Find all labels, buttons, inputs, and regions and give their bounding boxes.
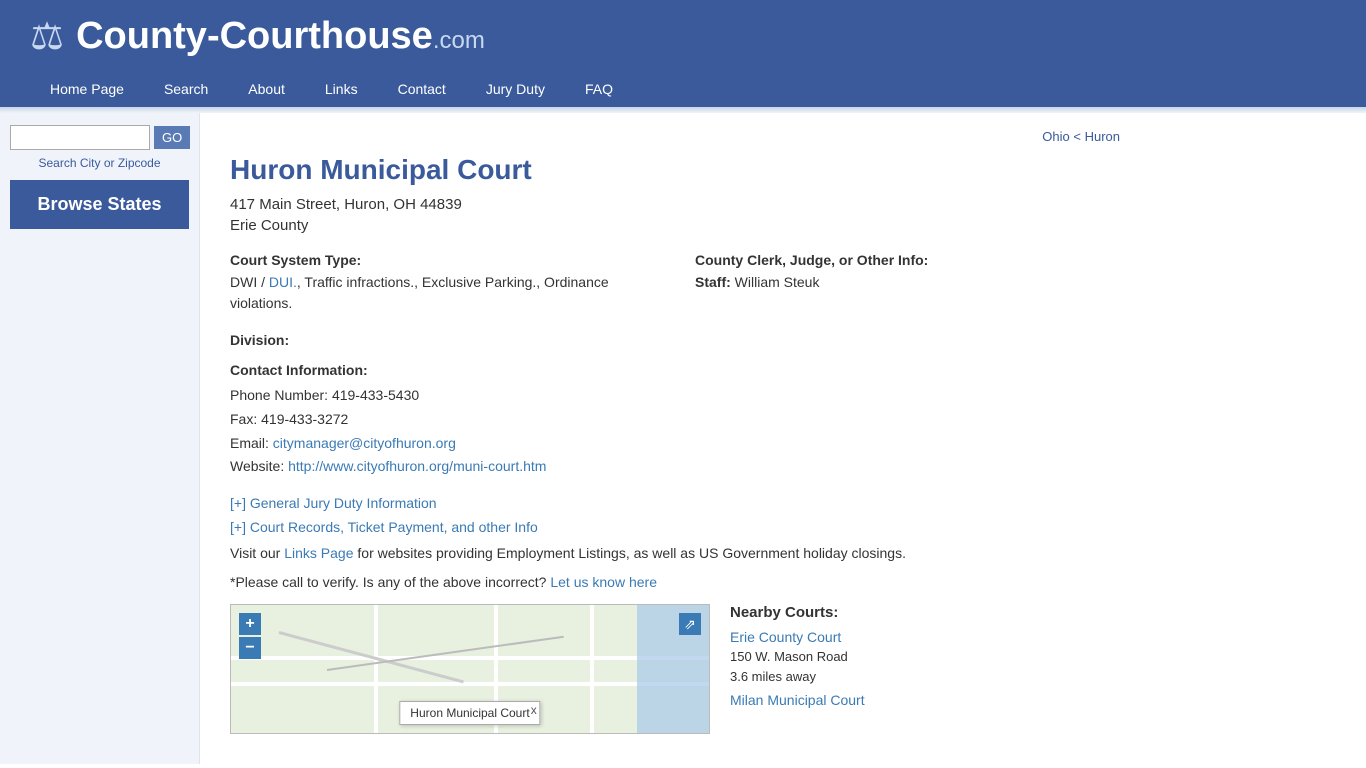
info-left: Court System Type: DWI / DUI., Traffic i… — [230, 252, 655, 314]
verify-text: *Please call to verify. Is any of the ab… — [230, 574, 1120, 590]
court-title: Huron Municipal Court — [230, 154, 1120, 186]
search-city-label: Search City or Zipcode — [10, 156, 189, 170]
map-nearby: + − ⇗ Huron Municipal Court x Nearby Cou… — [230, 604, 1120, 734]
map-popup: Huron Municipal Court x — [399, 701, 540, 725]
nav-jury-duty[interactable]: Jury Duty — [466, 71, 565, 107]
court-address: 417 Main Street, Huron, OH 44839 — [230, 196, 1120, 213]
nav-home[interactable]: Home Page — [30, 71, 144, 107]
main-content: Ohio < Huron Huron Municipal Court 417 M… — [200, 113, 1150, 764]
site-title: County-Courthouse.com — [76, 15, 485, 58]
go-button[interactable]: GO — [154, 126, 190, 149]
website-label: Website: — [230, 458, 284, 474]
court-county: Erie County — [230, 217, 1120, 234]
links-text-post: for websites providing Employment Listin… — [354, 545, 906, 561]
nearby-court-1-info: 150 W. Mason Road 3.6 miles away — [730, 647, 1120, 686]
map-expand-button[interactable]: ⇗ — [679, 613, 701, 635]
search-box-area: GO — [10, 125, 189, 150]
court-records-link[interactable]: [+] Court Records, Ticket Payment, and o… — [230, 519, 1120, 535]
email-link[interactable]: citymanager@cityofhuron.org — [273, 435, 456, 451]
email-line: Email: citymanager@cityofhuron.org — [230, 432, 1120, 456]
county-clerk-label: County Clerk, Judge, or Other Info: — [695, 252, 1120, 268]
nearby-courts-title: Nearby Courts: — [730, 604, 1120, 621]
site-header: ⚖ County-Courthouse.com Home Page Search… — [0, 0, 1366, 107]
staff-label: Staff: — [695, 274, 731, 290]
nav-search[interactable]: Search — [144, 71, 228, 107]
main-nav: Home Page Search About Links Contact Jur… — [30, 71, 1336, 107]
jury-duty-link[interactable]: [+] General Jury Duty Information — [230, 495, 1120, 511]
road-v1 — [374, 605, 378, 733]
phone-line: Phone Number: 419-433-5430 — [230, 384, 1120, 408]
nearby-court-2-name[interactable]: Milan Municipal Court — [730, 692, 1120, 708]
division-label: Division: — [230, 332, 1120, 348]
page-layout: GO Search City or Zipcode Browse States … — [0, 113, 1366, 764]
fax-value: 419-433-3272 — [261, 411, 348, 427]
division-section: Division: — [230, 332, 1120, 348]
staff-value: Staff: William Steuk — [695, 272, 1120, 293]
breadcrumb: Ohio < Huron — [230, 129, 1120, 144]
map-popup-close[interactable]: x — [531, 703, 537, 717]
nav-contact[interactable]: Contact — [378, 71, 466, 107]
links-text: Visit our Links Page for websites provid… — [230, 543, 1120, 564]
nav-faq[interactable]: FAQ — [565, 71, 633, 107]
map-container: + − ⇗ Huron Municipal Court x — [230, 604, 710, 734]
road-v3 — [590, 605, 594, 733]
dui-link[interactable]: DUI. — [269, 274, 297, 290]
breadcrumb-county: Huron — [1085, 129, 1120, 144]
info-right: County Clerk, Judge, or Other Info: Staf… — [695, 252, 1120, 314]
nav-about[interactable]: About — [228, 71, 305, 107]
contact-section: Contact Information: Phone Number: 419-4… — [230, 362, 1120, 479]
header-top: ⚖ County-Courthouse.com — [30, 14, 1336, 71]
map-zoom-in-button[interactable]: + — [239, 613, 261, 635]
website-line: Website: http://www.cityofhuron.org/muni… — [230, 455, 1120, 479]
let-us-know-link[interactable]: Let us know here — [550, 574, 657, 590]
court-system-label: Court System Type: — [230, 252, 655, 268]
map-popup-text: Huron Municipal Court — [410, 706, 529, 720]
email-label: Email: — [230, 435, 269, 451]
fax-label: Fax: — [230, 411, 257, 427]
phone-value: 419-433-5430 — [332, 387, 419, 403]
nearby-court-1-name[interactable]: Erie County Court — [730, 629, 1120, 645]
nav-links[interactable]: Links — [305, 71, 378, 107]
website-link[interactable]: http://www.cityofhuron.org/muni-court.ht… — [288, 458, 546, 474]
map-zoom-out-button[interactable]: − — [239, 637, 261, 659]
browse-states-button[interactable]: Browse States — [10, 180, 189, 229]
sidebar: GO Search City or Zipcode Browse States — [0, 113, 200, 764]
info-grid: Court System Type: DWI / DUI., Traffic i… — [230, 252, 1120, 314]
scales-icon: ⚖ — [30, 14, 64, 59]
links-page-link[interactable]: Links Page — [284, 545, 353, 561]
court-system-value: DWI / DUI., Traffic infractions., Exclus… — [230, 272, 655, 314]
search-input[interactable] — [10, 125, 150, 150]
contact-label: Contact Information: — [230, 362, 1120, 378]
breadcrumb-separator: < — [1070, 129, 1085, 144]
nearby-courts: Nearby Courts: Erie County Court 150 W. … — [730, 604, 1120, 710]
fax-line: Fax: 419-433-3272 — [230, 408, 1120, 432]
phone-label: Phone Number: — [230, 387, 328, 403]
breadcrumb-state[interactable]: Ohio — [1042, 129, 1069, 144]
